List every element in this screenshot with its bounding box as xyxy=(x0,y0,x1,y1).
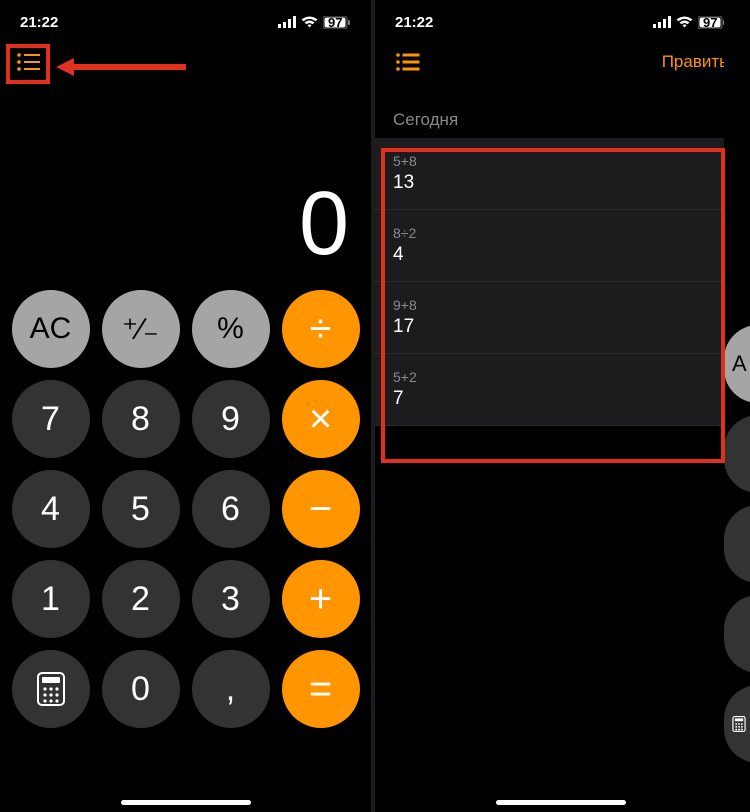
calculator-mode-button[interactable] xyxy=(12,650,90,728)
calculator-screen-main: 21:22 97 0 AC xyxy=(0,0,371,812)
status-bar: 21:22 97 xyxy=(0,0,371,44)
multiply-button[interactable]: × xyxy=(282,380,360,458)
status-time: 21:22 xyxy=(395,14,433,31)
calculator-icon xyxy=(732,714,746,734)
battery-percent: 97 xyxy=(703,16,717,29)
calculator-display: 0 xyxy=(0,80,371,290)
history-list: 5+8 13 8÷2 4 9+8 17 5+2 7 xyxy=(375,138,746,426)
clear-button[interactable]: AC xyxy=(12,290,90,368)
status-icons: 97 xyxy=(653,16,726,29)
history-result: 13 xyxy=(393,172,728,194)
clear-button-partial[interactable]: A xyxy=(724,325,750,403)
calculator-mode-button-partial[interactable] xyxy=(724,685,750,763)
history-item[interactable]: 5+2 7 xyxy=(375,354,746,426)
battery-icon: 97 xyxy=(698,16,726,29)
history-item[interactable]: 5+8 13 xyxy=(375,138,746,210)
calculator-icon xyxy=(36,671,66,707)
two-button[interactable]: 2 xyxy=(102,560,180,638)
history-result: 7 xyxy=(393,388,728,410)
home-indicator[interactable] xyxy=(496,800,626,805)
status-bar: 21:22 97 xyxy=(375,0,746,44)
decimal-button[interactable]: , xyxy=(192,650,270,728)
adjacent-screen-sliver: A xyxy=(724,0,750,812)
home-indicator[interactable] xyxy=(121,800,251,805)
sign-button[interactable]: ⁺∕₋ xyxy=(102,290,180,368)
calculator-header xyxy=(0,44,371,80)
five-button[interactable]: 5 xyxy=(102,470,180,548)
status-icons: 97 xyxy=(278,16,351,29)
history-section-title: Сегодня xyxy=(375,80,746,138)
three-button[interactable]: 3 xyxy=(192,560,270,638)
list-icon xyxy=(17,53,41,71)
history-button[interactable] xyxy=(393,51,423,73)
battery-icon: 97 xyxy=(323,16,351,29)
four-button[interactable]: 4 xyxy=(12,470,90,548)
nine-button[interactable]: 9 xyxy=(192,380,270,458)
edit-button[interactable]: Править xyxy=(662,52,728,72)
one-button-partial[interactable] xyxy=(724,595,750,673)
history-item[interactable]: 8÷2 4 xyxy=(375,210,746,282)
calculator-screen-history: 21:22 97 Править Сег xyxy=(375,0,746,812)
seven-button[interactable]: 7 xyxy=(12,380,90,458)
seven-button-partial[interactable] xyxy=(724,415,750,493)
eight-button[interactable]: 8 xyxy=(102,380,180,458)
history-item[interactable]: 9+8 17 xyxy=(375,282,746,354)
four-button-partial[interactable] xyxy=(724,505,750,583)
zero-button[interactable]: 0 xyxy=(102,650,180,728)
history-button[interactable] xyxy=(14,51,44,73)
status-time: 21:22 xyxy=(20,14,58,31)
history-expression: 5+2 xyxy=(393,369,728,385)
list-icon xyxy=(396,53,420,71)
history-expression: 9+8 xyxy=(393,297,728,313)
one-button[interactable]: 1 xyxy=(12,560,90,638)
history-header: Править xyxy=(375,44,746,80)
cellular-signal-icon xyxy=(278,16,296,28)
calculator-keypad: AC ⁺∕₋ % ÷ 7 8 9 × 4 5 6 − 1 2 3 + 0 , = xyxy=(0,290,371,750)
history-result: 4 xyxy=(393,244,728,266)
six-button[interactable]: 6 xyxy=(192,470,270,548)
equals-button[interactable]: = xyxy=(282,650,360,728)
history-expression: 5+8 xyxy=(393,153,728,169)
history-result: 17 xyxy=(393,316,728,338)
wifi-icon xyxy=(676,16,693,28)
wifi-icon xyxy=(301,16,318,28)
minus-button[interactable]: − xyxy=(282,470,360,548)
cellular-signal-icon xyxy=(653,16,671,28)
history-expression: 8÷2 xyxy=(393,225,728,241)
plus-button[interactable]: + xyxy=(282,560,360,638)
percent-button[interactable]: % xyxy=(192,290,270,368)
divide-button[interactable]: ÷ xyxy=(282,290,360,368)
battery-percent: 97 xyxy=(328,16,342,29)
